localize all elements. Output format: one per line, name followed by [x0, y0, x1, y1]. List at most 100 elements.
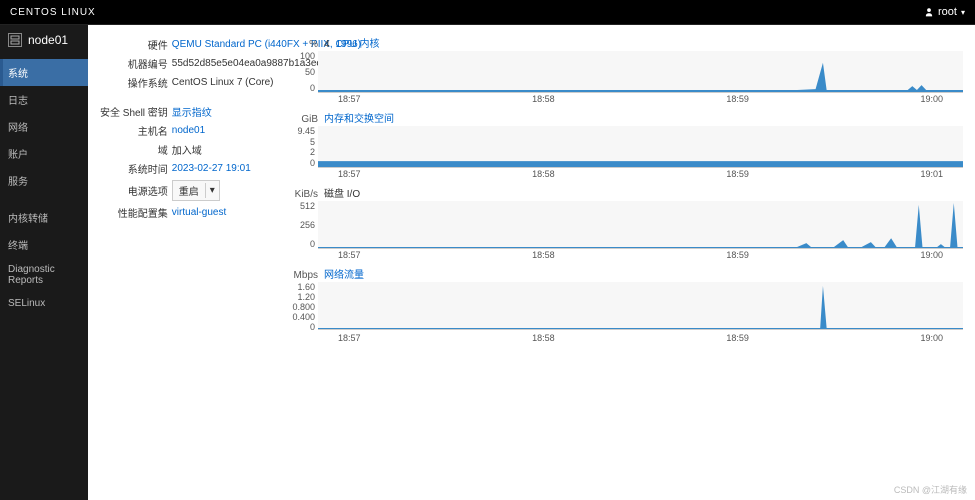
xtick: 19:00 [920, 333, 943, 343]
chart-mem-unit: GiB [290, 114, 318, 125]
info-label-systime: 系统时间 [100, 159, 172, 178]
sidebar-item-label: 账户 [8, 150, 28, 161]
sidebar-item-label: 内核转储 [8, 214, 48, 225]
power-button-label: 重启 [173, 181, 205, 200]
info-label-hardware: 硬件 [100, 35, 172, 54]
info-value-os: CentOS Linux 7 (Core) [172, 77, 274, 88]
chart-cpu-title[interactable]: CPU 内核 [336, 35, 380, 50]
chart-mem: GiB 内存和交换空间 9.45 5 2 0 [290, 110, 963, 179]
xtick: 18:59 [726, 169, 749, 179]
host-selector[interactable]: node01 [0, 25, 88, 55]
watermark: CSDN @江湖有缘 [894, 483, 967, 496]
info-label-profile: 性能配置集 [100, 203, 172, 222]
brand: CENTOS LINUX [10, 7, 96, 18]
chart-net-plot[interactable] [318, 282, 963, 330]
info-value-domain[interactable]: 加入域 [172, 146, 202, 157]
sidebar-item-system[interactable]: 系统 [0, 59, 88, 86]
chart-net-unit: Mbps [290, 270, 318, 281]
info-value-profile[interactable]: virtual-guest [172, 207, 226, 218]
xtick: 18:59 [726, 250, 749, 260]
sidebar-item-label: SELinux [8, 298, 45, 309]
chart-mem-plot[interactable] [318, 126, 963, 168]
user-icon [924, 7, 934, 17]
info-panel: 硬件QEMU Standard PC (i440FX + PIIX, 1996)… [100, 35, 260, 343]
ytick: 2 [310, 147, 315, 157]
caret-down-icon: ▾ [961, 8, 965, 17]
info-value-systime[interactable]: 2023-02-27 19:01 [172, 163, 251, 174]
power-button[interactable]: 重启 ▾ [172, 180, 220, 201]
host-name: node01 [28, 33, 68, 47]
xtick: 18:58 [532, 94, 555, 104]
ytick: 0 [310, 158, 315, 168]
ytick: 512 [300, 201, 315, 211]
ytick: 1.60 [297, 282, 315, 292]
chart-cpu-xaxis: 18:57 18:58 18:59 19:00 [318, 93, 963, 104]
xtick: 18:59 [726, 333, 749, 343]
ytick: 50 [305, 67, 315, 77]
info-label-power: 电源选项 [100, 178, 172, 203]
ytick: 0 [310, 83, 315, 93]
caret-down-icon[interactable]: ▾ [205, 183, 219, 198]
chart-disk-yaxis: 512 256 0 [290, 201, 318, 249]
sidebar-item-services[interactable]: 服务 [0, 167, 88, 194]
sidebar-item-network[interactable]: 网络 [0, 113, 88, 140]
xtick: 19:00 [920, 94, 943, 104]
sidebar-item-terminal[interactable]: 终端 [0, 231, 88, 258]
sidebar-item-kdump[interactable]: 内核转储 [0, 204, 88, 231]
info-label-machine-id: 机器编号 [100, 54, 172, 73]
sidebar-item-label: 系统 [8, 69, 28, 80]
xtick: 18:57 [338, 169, 361, 179]
sidebar-item-label: 服务 [8, 177, 28, 188]
sidebar-item-selinux[interactable]: SELinux [0, 292, 88, 315]
ytick: 1.20 [297, 292, 315, 302]
chart-cpu-plot[interactable] [318, 51, 963, 93]
xtick: 18:58 [532, 169, 555, 179]
user-name: root [938, 6, 957, 18]
topbar: CENTOS LINUX root ▾ [0, 0, 975, 25]
chart-disk-title[interactable]: 磁盘 I/O [324, 185, 360, 200]
info-value-hostname[interactable]: node01 [172, 125, 205, 136]
ytick: 256 [300, 220, 315, 230]
ytick: 0 [310, 239, 315, 249]
ytick: 0 [310, 322, 315, 332]
sidebar-item-logs[interactable]: 日志 [0, 86, 88, 113]
sidebar-item-label: 网络 [8, 123, 28, 134]
sidebar-item-label: 终端 [8, 241, 28, 252]
ytick: 0.400 [292, 312, 315, 322]
content: 硬件QEMU Standard PC (i440FX + PIIX, 1996)… [88, 25, 975, 500]
xtick: 18:58 [532, 250, 555, 260]
chart-mem-title[interactable]: 内存和交换空间 [324, 110, 394, 125]
chart-net-title[interactable]: 网络流量 [324, 266, 364, 281]
chart-disk-unit: KiB/s [290, 189, 318, 200]
chart-cpu-yaxis: 100 50 0 [290, 51, 318, 93]
ytick: 5 [310, 137, 315, 147]
chart-disk-xaxis: 18:57 18:58 18:59 19:00 [318, 249, 963, 260]
chart-mem-yaxis: 9.45 5 2 0 [290, 126, 318, 168]
chart-net-yaxis: 1.60 1.20 0.800 0.400 0 [290, 282, 318, 332]
sidebar: node01 系统 日志 网络 账户 服务 内核转储 终端 Diagnostic… [0, 25, 88, 500]
info-label-domain: 域 [100, 140, 172, 159]
user-menu[interactable]: root ▾ [924, 6, 965, 18]
info-label-hostname: 主机名 [100, 121, 172, 140]
xtick: 18:58 [532, 333, 555, 343]
chart-mem-xaxis: 18:57 18:58 18:59 19:01 [318, 168, 963, 179]
xtick: 18:57 [338, 250, 361, 260]
ytick: 0.800 [292, 302, 315, 312]
xtick: 18:59 [726, 94, 749, 104]
chart-cpu-unit: % [290, 39, 318, 50]
xtick: 18:57 [338, 94, 361, 104]
nav-primary: 系统 日志 网络 账户 服务 内核转储 终端 Diagnostic Report… [0, 59, 88, 315]
sidebar-item-diagnostic[interactable]: Diagnostic Reports [0, 258, 88, 292]
chart-disk-plot[interactable] [318, 201, 963, 249]
sidebar-item-label: Diagnostic Reports [8, 264, 55, 286]
chart-cpu-prefix: 4 [324, 39, 330, 50]
ytick: 9.45 [297, 126, 315, 136]
info-label-ssh: 安全 Shell 密钥 [100, 102, 172, 121]
xtick: 19:00 [920, 250, 943, 260]
ytick: 100 [300, 51, 315, 61]
xtick: 19:01 [920, 169, 943, 179]
chart-disk: KiB/s 磁盘 I/O 512 256 0 [290, 185, 963, 260]
info-value-ssh[interactable]: 显示指纹 [172, 108, 212, 119]
sidebar-item-accounts[interactable]: 账户 [0, 140, 88, 167]
chart-net-xaxis: 18:57 18:58 18:59 19:00 [318, 332, 963, 343]
